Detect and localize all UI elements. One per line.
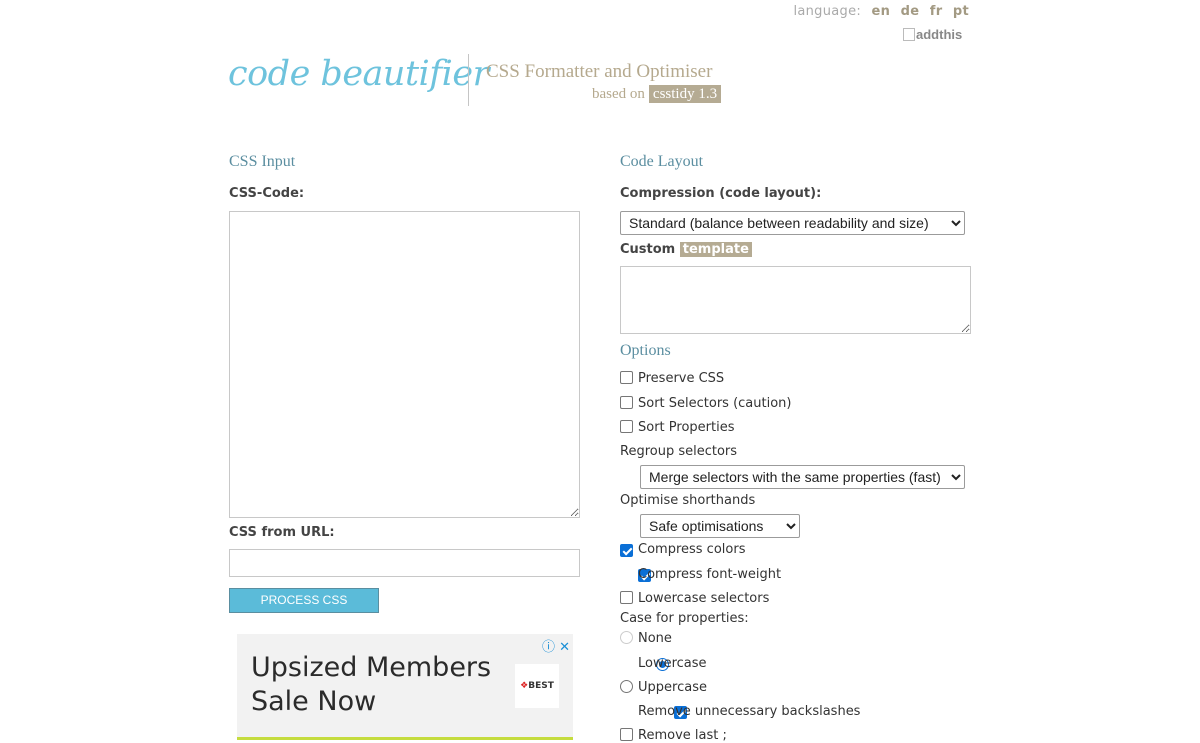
language-link-de[interactable]: de bbox=[901, 4, 920, 19]
header-divider bbox=[468, 54, 469, 106]
regroup-select[interactable]: Merge selectors with the same properties… bbox=[640, 465, 965, 489]
sort-selectors-checkbox[interactable] bbox=[620, 396, 633, 409]
ad-controls: ⓘ ✕ bbox=[542, 636, 570, 655]
case-lowercase-label[interactable]: Lowercase bbox=[638, 656, 707, 671]
language-link-fr[interactable]: fr bbox=[930, 4, 943, 19]
case-properties-label: Case for properties: bbox=[620, 611, 749, 626]
custom-template-label: Custom template bbox=[620, 242, 752, 257]
case-none-label[interactable]: None bbox=[638, 631, 672, 646]
remove-last-semicolon-label[interactable]: Remove last ; bbox=[638, 728, 727, 743]
broken-image-icon bbox=[903, 28, 915, 41]
compression-select[interactable]: Standard (balance between readability an… bbox=[620, 211, 965, 235]
case-none-radio[interactable] bbox=[620, 631, 633, 644]
process-css-button[interactable]: PROCESS CSS bbox=[229, 588, 379, 613]
sort-properties-label[interactable]: Sort Properties bbox=[638, 420, 734, 435]
lowercase-selectors-label[interactable]: Lowercase selectors bbox=[638, 591, 769, 606]
compress-font-weight-label[interactable]: Compress font-weight bbox=[638, 567, 781, 582]
css-url-label: CSS from URL: bbox=[229, 525, 335, 540]
case-uppercase-radio[interactable] bbox=[620, 680, 633, 693]
compress-colors-label[interactable]: Compress colors bbox=[638, 542, 745, 557]
custom-label: Custom bbox=[620, 242, 676, 257]
csstidy-link[interactable]: csstidy 1.3 bbox=[648, 85, 722, 103]
compression-label: Compression (code layout): bbox=[620, 186, 822, 201]
close-icon[interactable]: ✕ bbox=[559, 640, 570, 655]
info-icon[interactable]: ⓘ bbox=[542, 640, 555, 655]
preserve-css-label[interactable]: Preserve CSS bbox=[638, 371, 724, 386]
optimise-select[interactable]: Safe optimisations bbox=[640, 514, 800, 538]
case-uppercase-label[interactable]: Uppercase bbox=[638, 680, 707, 695]
css-code-label: CSS-Code: bbox=[229, 186, 305, 201]
addthis-alt-text: addthis bbox=[916, 27, 963, 42]
advertisement[interactable]: Upsized Members Sale Now ❖BEST ⓘ ✕ bbox=[237, 634, 573, 740]
compress-colors-checkbox[interactable] bbox=[620, 544, 633, 557]
css-code-textarea[interactable] bbox=[229, 211, 580, 518]
options-heading: Options bbox=[620, 342, 671, 359]
ad-title[interactable]: Upsized Members Sale Now bbox=[251, 651, 511, 719]
template-link[interactable]: template bbox=[679, 242, 752, 257]
site-logo[interactable]: code beautifier bbox=[228, 54, 489, 94]
sort-selectors-label[interactable]: Sort Selectors (caution) bbox=[638, 396, 792, 411]
remove-last-semicolon-checkbox[interactable] bbox=[620, 728, 633, 741]
css-input-heading: CSS Input bbox=[229, 153, 296, 170]
ad-brand-text: BEST bbox=[528, 681, 554, 691]
ad-brand-logo[interactable]: ❖BEST bbox=[515, 664, 559, 708]
custom-template-textarea[interactable] bbox=[620, 266, 971, 334]
based-on-label: based on bbox=[592, 86, 645, 102]
remove-backslashes-label[interactable]: Remove unnecessary backslashes bbox=[638, 704, 860, 719]
language-link-en[interactable]: en bbox=[871, 4, 890, 19]
code-layout-heading: Code Layout bbox=[620, 153, 704, 170]
addthis-button[interactable]: addthis bbox=[903, 27, 962, 42]
preserve-css-checkbox[interactable] bbox=[620, 371, 633, 384]
css-url-input[interactable] bbox=[229, 549, 580, 577]
regroup-label: Regroup selectors bbox=[620, 444, 738, 459]
sort-properties-checkbox[interactable] bbox=[620, 420, 633, 433]
language-bar: language: en de fr pt bbox=[793, 4, 969, 19]
language-link-pt[interactable]: pt bbox=[953, 4, 969, 19]
language-label: language: bbox=[793, 4, 862, 19]
page-subtitle: CSS Formatter and Optimiser bbox=[486, 61, 713, 82]
based-on-line: based on csstidy 1.3 bbox=[592, 85, 722, 103]
optimise-label: Optimise shorthands bbox=[620, 493, 756, 508]
lowercase-selectors-checkbox[interactable] bbox=[620, 591, 633, 604]
